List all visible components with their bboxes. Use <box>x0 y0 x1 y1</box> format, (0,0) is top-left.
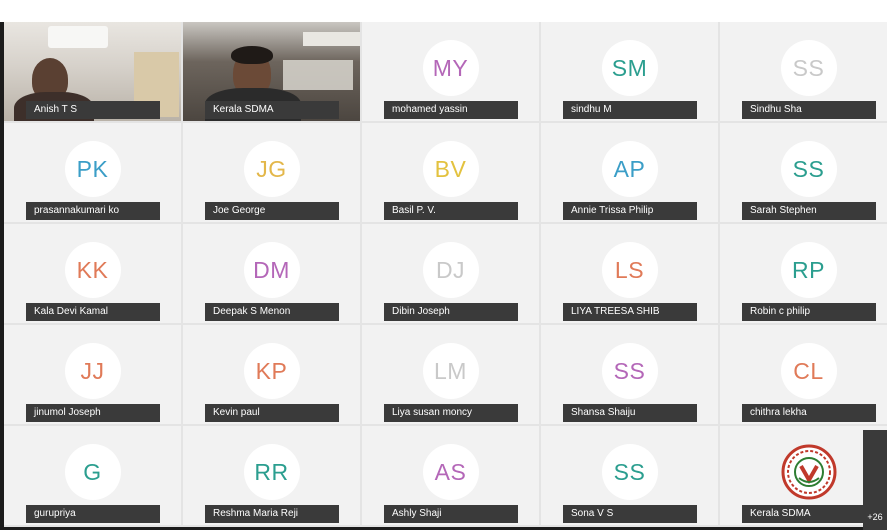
participant-avatar: DJ <box>422 242 479 298</box>
participant-name: Anish T S <box>26 101 160 119</box>
participant-tile[interactable]: RR Reshma Maria Reji <box>183 426 362 527</box>
participant-name: Liya susan moncy <box>384 404 518 422</box>
participant-avatar: G <box>64 444 121 500</box>
participant-avatar: KP <box>243 343 300 399</box>
top-bar <box>0 0 887 22</box>
participant-avatar: SM <box>601 40 658 96</box>
participant-avatar: LM <box>422 343 479 399</box>
participant-name: Sona V S <box>563 505 697 523</box>
participant-avatar: RP <box>780 242 837 298</box>
participant-name: Shansa Shaiju <box>563 404 697 422</box>
participant-tile[interactable]: Ggurupriya <box>4 426 183 527</box>
participant-tile[interactable]: BV Basil P. V. <box>362 123 541 224</box>
participant-tile[interactable]: KK Kala Devi Kamal <box>4 224 183 325</box>
participant-name: LIYA TREESA SHIB <box>563 303 697 321</box>
participant-name: gurupriya <box>26 505 160 523</box>
participant-tile[interactable]: PK prasannakumari ko <box>4 123 183 224</box>
participant-tile[interactable]: Kerala SDMA <box>183 22 362 123</box>
participant-avatar: KK <box>64 242 121 298</box>
participant-avatar: PK <box>64 141 121 197</box>
participant-name: Deepak S Menon <box>205 303 339 321</box>
kerala-sdma-logo <box>781 444 836 500</box>
participant-tile[interactable]: CL chithra lekha <box>720 325 887 426</box>
more-participants-count: +26 <box>867 512 883 522</box>
participant-avatar: JJ <box>64 343 121 399</box>
participant-name: Dibin Joseph <box>384 303 518 321</box>
participant-name: Reshma Maria Reji <box>205 505 339 523</box>
participant-tile[interactable]: KP Kevin paul <box>183 325 362 426</box>
participant-name: Ashly Shaji <box>384 505 518 523</box>
participant-tile[interactable]: MY mohamed yassin <box>362 22 541 123</box>
participant-avatar: SS <box>601 444 658 500</box>
participant-name: Sindhu Sha <box>742 101 876 119</box>
participant-tile[interactable]: SS Sindhu Sha <box>720 22 887 123</box>
participant-tile[interactable]: LS LIYA TREESA SHIB <box>541 224 720 325</box>
participant-avatar: SS <box>780 40 837 96</box>
participant-name: Basil P. V. <box>384 202 518 220</box>
participant-avatar: MY <box>422 40 479 96</box>
more-participants-button[interactable]: +26 <box>863 430 887 530</box>
participant-avatar: BV <box>422 141 479 197</box>
participant-tile[interactable]: JJ jinumol Joseph <box>4 325 183 426</box>
participant-avatar: SS <box>780 141 837 197</box>
participant-avatar: LS <box>601 242 658 298</box>
participant-name: jinumol Joseph <box>26 404 160 422</box>
participant-name: Joe George <box>205 202 339 220</box>
participant-avatar: RR <box>243 444 300 500</box>
participant-tile[interactable]: DJ Dibin Joseph <box>362 224 541 325</box>
participant-name: mohamed yassin <box>384 101 518 119</box>
participant-name: Kerala SDMA <box>742 505 876 523</box>
participant-tile[interactable]: SS Sarah Stephen <box>720 123 887 224</box>
participant-avatar: AP <box>601 141 658 197</box>
participant-name: Kevin paul <box>205 404 339 422</box>
participant-tile[interactable]: JG Joe George <box>183 123 362 224</box>
participant-avatar: CL <box>780 343 837 399</box>
participant-name: Kerala SDMA <box>205 101 339 119</box>
participant-tile[interactable]: SM sindhu M <box>541 22 720 123</box>
participant-tile[interactable]: DM Deepak S Menon <box>183 224 362 325</box>
participant-tile[interactable]: SS Sona V S <box>541 426 720 527</box>
participant-tile[interactable]: RP Robin c philip <box>720 224 887 325</box>
participant-tile[interactable]: SS Shansa Shaiju <box>541 325 720 426</box>
participant-avatar: DM <box>243 242 300 298</box>
participant-avatar: JG <box>243 141 300 197</box>
participant-name: Kala Devi Kamal <box>26 303 160 321</box>
participant-avatar: AS <box>422 444 479 500</box>
participant-tile[interactable]: LM Liya susan moncy <box>362 325 541 426</box>
participant-tile[interactable]: Kerala SDMA <box>720 426 887 527</box>
gallery-grid: Anish T S Kerala SDMA MY mohamed yassin SM si… <box>4 22 887 530</box>
participant-name: sindhu M <box>563 101 697 119</box>
participant-tile[interactable]: AS Ashly Shaji <box>362 426 541 527</box>
participant-name: Robin c philip <box>742 303 876 321</box>
participant-name: prasannakumari ko <box>26 202 160 220</box>
participant-avatar: SS <box>601 343 658 399</box>
participant-name: chithra lekha <box>742 404 876 422</box>
participant-tile[interactable]: AP Annie Trissa Philip <box>541 123 720 224</box>
participant-name: Sarah Stephen <box>742 202 876 220</box>
participant-tile[interactable]: Anish T S <box>4 22 183 123</box>
participant-name: Annie Trissa Philip <box>563 202 697 220</box>
